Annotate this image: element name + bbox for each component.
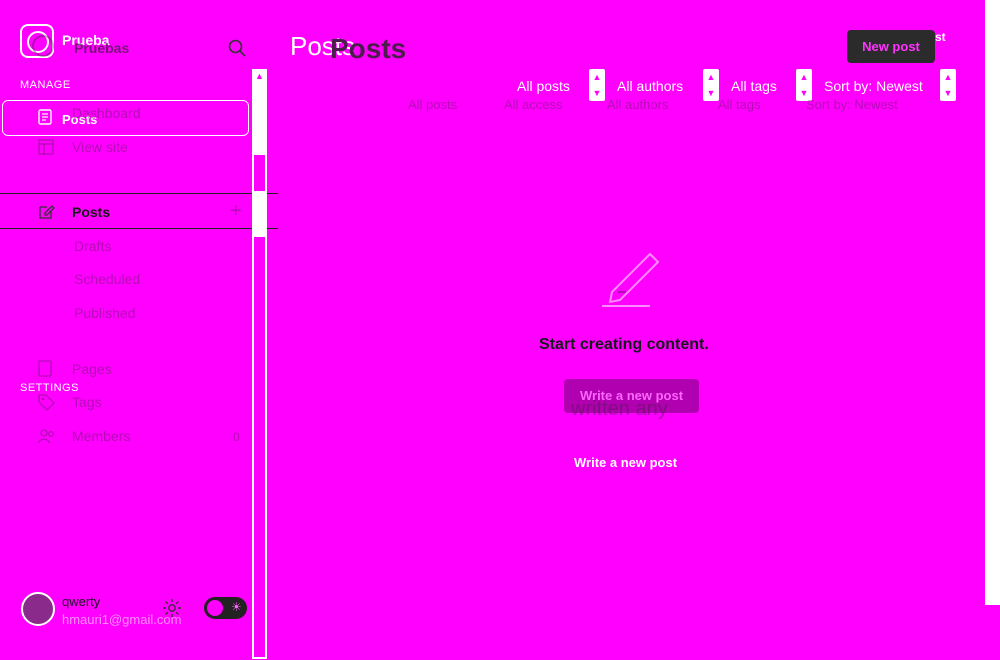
edit-icon bbox=[39, 205, 55, 219]
filter-sort[interactable]: Sort by: Newest bbox=[824, 78, 923, 94]
ghost-filter-all-access: All access bbox=[504, 97, 563, 112]
pages-icon bbox=[38, 360, 52, 377]
add-post-plus-icon[interactable]: + bbox=[230, 200, 242, 223]
nav-tags[interactable]: Tags bbox=[72, 394, 102, 410]
filter-all-authors[interactable]: All authors bbox=[617, 78, 683, 94]
settings-section-label: SETTINGS bbox=[20, 382, 80, 394]
filter-spinner-4[interactable]: ▲ ▼ bbox=[940, 69, 956, 101]
filter-spinner-1[interactable]: ▲ ▼ bbox=[589, 69, 605, 101]
site-logo-icon[interactable] bbox=[20, 24, 54, 58]
sidebar-scroll-thumb[interactable] bbox=[254, 155, 265, 191]
divider-bottom bbox=[0, 228, 278, 229]
tag-icon bbox=[38, 394, 55, 411]
members-icon bbox=[38, 429, 55, 444]
ghost-filter-sort: Sort by: Newest bbox=[806, 97, 898, 112]
theme-toggle[interactable]: ☀ bbox=[204, 597, 247, 619]
nav-published[interactable]: Published bbox=[74, 305, 136, 321]
ghost-filter-all-tags: All tags bbox=[718, 97, 761, 112]
nav-scheduled[interactable]: Scheduled bbox=[74, 271, 140, 287]
view-site-icon bbox=[38, 139, 54, 155]
user-name[interactable]: qwerty bbox=[62, 594, 100, 609]
posts-overlay-icon bbox=[38, 109, 52, 125]
pencil-icon bbox=[602, 252, 660, 307]
page-title-ghost: Posts bbox=[330, 33, 407, 64]
nav-dashboard[interactable]: Dashboard bbox=[72, 105, 141, 121]
new-post-button[interactable]: New post bbox=[847, 30, 935, 63]
page-scroll-thumb[interactable] bbox=[985, 0, 1000, 605]
nav-posts[interactable]: Posts bbox=[72, 204, 110, 220]
avatar[interactable] bbox=[21, 592, 55, 626]
sidebar-scrollbar[interactable]: ▲ ▼ bbox=[252, 69, 267, 659]
page-scrollbar[interactable] bbox=[985, 0, 1000, 660]
search-icon[interactable] bbox=[228, 39, 246, 57]
filter-all-tags[interactable]: All tags bbox=[731, 78, 777, 94]
write-new-post-link[interactable]: Write a new post bbox=[574, 455, 677, 470]
new-post-ghost-text: st bbox=[935, 30, 946, 44]
filter-all-posts[interactable]: All posts bbox=[517, 78, 570, 94]
nav-view-site[interactable]: View site bbox=[72, 139, 128, 155]
ghost-filter-all-authors: All authors bbox=[607, 97, 669, 112]
sun-icon: ☀ bbox=[231, 600, 242, 614]
filter-spinner-2[interactable]: ▲ ▼ bbox=[703, 69, 719, 101]
nav-pages[interactable]: Pages bbox=[72, 361, 112, 377]
divider-top bbox=[0, 193, 278, 194]
scroll-down-arrow[interactable]: ▼ bbox=[252, 643, 267, 658]
manage-section-label: MANAGE bbox=[20, 79, 71, 91]
nav-drafts[interactable]: Drafts bbox=[74, 238, 111, 254]
ghost-filter-all-posts: All posts bbox=[408, 97, 458, 112]
members-count: 0 bbox=[233, 430, 240, 444]
nav-members[interactable]: Members bbox=[72, 428, 130, 444]
empty-state-ghost-text: written any bbox=[571, 398, 668, 420]
sidebar: Prueba Pruebas MANAGE Posts Dashboard Vi… bbox=[0, 0, 278, 660]
site-title-ghost: Pruebas bbox=[74, 40, 130, 56]
scroll-up-arrow[interactable]: ▲ bbox=[252, 69, 267, 84]
empty-state-message: Start creating content. bbox=[539, 336, 709, 353]
gear-icon[interactable] bbox=[162, 598, 182, 618]
sidebar-scroll-track bbox=[254, 237, 265, 657]
